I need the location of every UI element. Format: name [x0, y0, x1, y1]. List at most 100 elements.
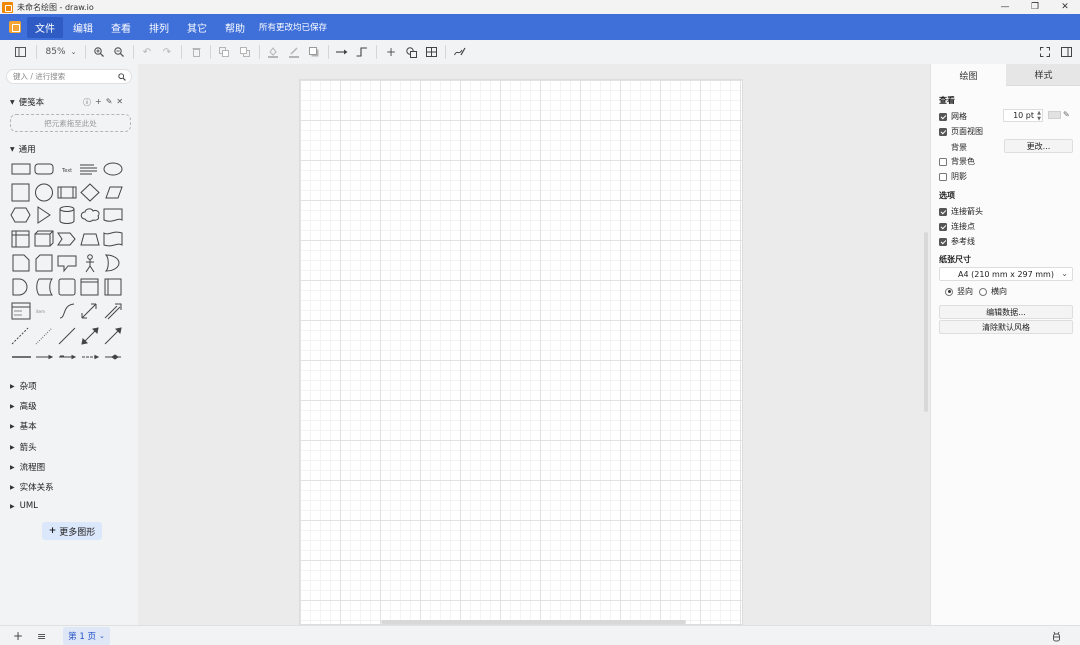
zoom-select[interactable]: 85% ⌄	[44, 44, 78, 60]
app-icon	[9, 21, 21, 33]
view-section-title: 查看	[939, 96, 955, 105]
horizontal-scrollbar[interactable]	[381, 620, 686, 624]
to-front-icon[interactable]	[217, 44, 231, 60]
page-tab[interactable]: 第 1 页 ⌄	[63, 627, 110, 645]
menu-arrange[interactable]: 排列	[141, 17, 177, 38]
delete-icon[interactable]	[189, 44, 203, 60]
search-input[interactable]	[13, 72, 113, 81]
redo-icon[interactable]: ↷	[160, 44, 174, 60]
shape-textbox	[80, 164, 97, 175]
checkbox-checked-icon	[939, 112, 947, 121]
edit-data-button[interactable]: 编辑数据...	[939, 305, 1073, 319]
paper-size-value: A4 (210 mm x 297 mm)	[958, 269, 1054, 279]
page-view-checkbox[interactable]: 页面视图	[939, 126, 983, 137]
category-label: 流程图	[19, 463, 46, 473]
bug-report-icon[interactable]	[1052, 629, 1061, 643]
grid-size-input[interactable]: 10 pt ▲ ▼	[1003, 109, 1043, 122]
waypoints-icon[interactable]	[355, 44, 369, 60]
shape-step	[57, 232, 76, 246]
menu-help[interactable]: 帮助	[217, 17, 253, 38]
zoom-in-icon[interactable]	[92, 44, 106, 60]
menu-extras[interactable]: 其它	[179, 17, 215, 38]
pages-menu-icon[interactable]: ≡	[37, 629, 46, 643]
search-icon[interactable]	[118, 73, 126, 81]
tab-diagram[interactable]: 绘图	[931, 64, 1006, 86]
radio-unselected-icon	[979, 287, 987, 296]
scratchpad-header[interactable]: ▼ 便笺本	[10, 96, 44, 108]
menu-edit[interactable]: 编辑	[65, 17, 101, 38]
format-panel-toggle-icon[interactable]	[12, 44, 28, 60]
shadow-icon[interactable]	[307, 44, 321, 60]
close-icon[interactable]: ✕	[116, 97, 123, 108]
category-advanced[interactable]: ▶ 高级	[10, 400, 37, 412]
fill-color-icon[interactable]	[266, 44, 280, 60]
landscape-radio[interactable]: 横向	[979, 286, 1007, 297]
connection-arrow-icon[interactable]	[335, 44, 349, 60]
fullscreen-icon[interactable]	[1038, 44, 1052, 60]
more-shapes-button[interactable]: + 更多图形	[42, 522, 102, 540]
grid-color-swatch[interactable]	[1048, 111, 1061, 119]
grid-checkbox[interactable]: 网格	[939, 111, 967, 122]
category-misc[interactable]: ▶ 杂项	[10, 380, 37, 392]
restore-button[interactable]: ❐	[1020, 0, 1050, 14]
toolbar: 85% ⌄ ↶ ↷ +	[0, 40, 1080, 64]
shape-rectangle	[11, 163, 31, 175]
insert-table-icon[interactable]	[424, 44, 438, 60]
category-basic[interactable]: ▶ 基本	[10, 420, 37, 432]
checkbox-unchecked-icon	[939, 157, 947, 166]
diagram-canvas[interactable]	[138, 64, 930, 625]
edit-pencil-icon[interactable]: ✎	[106, 97, 113, 108]
format-painter-icon[interactable]	[453, 44, 467, 60]
shape-square	[11, 183, 30, 202]
shape-directional-connector	[104, 327, 122, 345]
category-flowchart[interactable]: ▶ 流程图	[10, 461, 45, 473]
line-color-icon[interactable]	[287, 44, 301, 60]
menu-view[interactable]: 查看	[103, 17, 139, 38]
change-background-button[interactable]: 更改...	[1004, 139, 1073, 153]
paper-size-section-title: 纸张尺寸	[939, 255, 971, 264]
clear-default-style-button[interactable]: 清除默认风格	[939, 320, 1073, 334]
category-arrows[interactable]: ▶ 箭头	[10, 441, 37, 453]
menu-bar: 文件 编辑 查看 排列 其它 帮助 所有更改均已保存	[0, 14, 1080, 40]
background-color-checkbox[interactable]: 背景色	[939, 156, 975, 167]
insert-shapes-icon[interactable]	[404, 44, 418, 60]
category-entity-relation[interactable]: ▶ 实体关系	[10, 481, 54, 493]
grid-size-value: 10 pt	[1013, 111, 1034, 120]
shape-rounded-square	[58, 278, 76, 296]
plus-icon: +	[48, 526, 57, 536]
edit-pencil-icon[interactable]: ✎	[1063, 110, 1070, 119]
add-icon[interactable]: +	[95, 97, 102, 108]
stepper-icon[interactable]: ▲ ▼	[1037, 110, 1041, 122]
page-footer: + ≡ 第 1 页 ⌄	[0, 625, 1080, 645]
shadow-checkbox[interactable]: 阴影	[939, 171, 967, 182]
to-back-icon[interactable]	[238, 44, 252, 60]
diagram-page[interactable]	[299, 79, 743, 625]
general-label: 通用	[18, 145, 36, 155]
shape-ellipse	[103, 162, 123, 176]
close-button[interactable]: ✕	[1050, 0, 1080, 14]
category-uml[interactable]: ▶ UML	[10, 501, 38, 511]
shape-link-diamond	[105, 354, 121, 360]
shape-diamond	[80, 183, 100, 202]
insert-plus-icon[interactable]: +	[384, 44, 398, 60]
connection-points-checkbox[interactable]: 连接点	[939, 221, 975, 232]
minimize-button[interactable]: —	[990, 0, 1020, 14]
scratchpad-dropzone[interactable]: 把元素拖至此处	[10, 114, 131, 132]
vertical-scrollbar[interactable]	[924, 232, 928, 412]
help-icon[interactable]: ⓘ	[83, 97, 91, 108]
sidebar-toggle-icon[interactable]	[1059, 44, 1073, 60]
category-label: 实体关系	[19, 483, 54, 493]
menu-file[interactable]: 文件	[27, 16, 63, 38]
shape-data-storage	[36, 278, 53, 296]
guides-checkbox[interactable]: 参考线	[939, 236, 975, 247]
portrait-radio[interactable]: 竖向	[945, 286, 973, 297]
shape-text: Text	[61, 168, 72, 174]
general-header[interactable]: ▼ 通用	[10, 143, 36, 155]
shape-or	[104, 254, 120, 272]
undo-icon[interactable]: ↶	[140, 44, 154, 60]
tab-style[interactable]: 样式	[1006, 64, 1080, 86]
zoom-out-icon[interactable]	[112, 44, 126, 60]
paper-size-select[interactable]: A4 (210 mm x 297 mm) ⌄	[939, 267, 1073, 281]
add-page-icon[interactable]: +	[13, 629, 23, 643]
connection-arrows-checkbox[interactable]: 连接箭头	[939, 206, 983, 217]
